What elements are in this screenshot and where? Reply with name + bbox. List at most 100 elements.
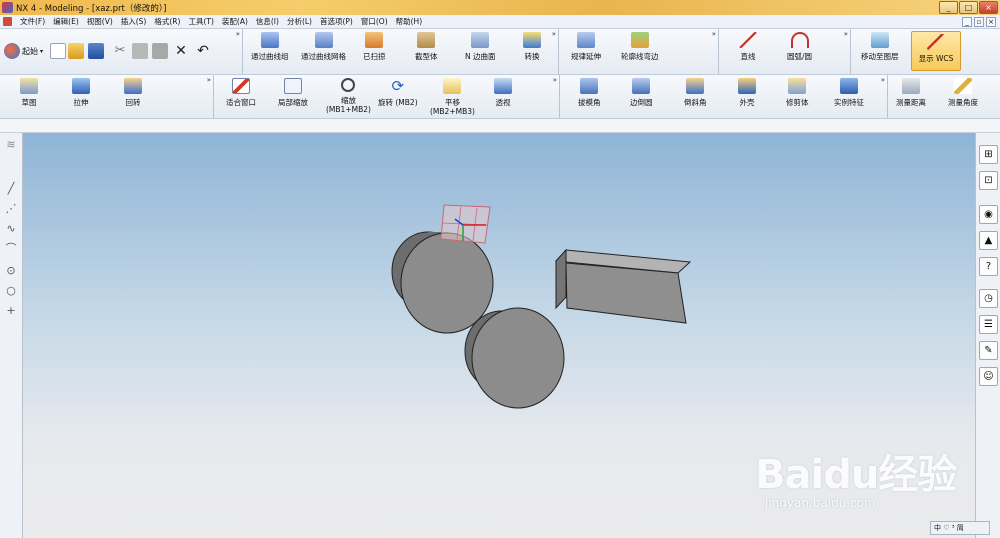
tool-through-curves[interactable]: 通过曲线组 [251, 32, 289, 61]
tool-extrude[interactable]: 拉伸 [72, 78, 90, 107]
doc-minimize-button[interactable]: _ [962, 17, 972, 27]
menu-information[interactable]: 信息(I) [252, 16, 283, 27]
menu-window[interactable]: 窗口(O) [357, 16, 392, 27]
fit-icon [232, 78, 250, 94]
left-curve-palette: ≋ ╱ ⋰ ∿ ⌒ ⊙ ○ + [0, 133, 23, 538]
magnifier-icon [341, 78, 356, 92]
toolbar-chevron-icon[interactable]: » [881, 76, 885, 84]
tool-sketch[interactable]: 草图 [20, 78, 38, 107]
tool-transform[interactable]: 转换 [523, 32, 541, 61]
tool-trim-body[interactable]: 修剪体 [786, 78, 809, 107]
process-studio-icon[interactable]: ✎ [979, 341, 998, 360]
ime-status[interactable]: 中 ♡ ³ 简 [930, 521, 990, 535]
menu-preferences[interactable]: 首选项(P) [316, 16, 357, 27]
toolbar-chevron-icon[interactable]: » [712, 30, 716, 38]
web-browser-icon[interactable]: ◉ [979, 205, 998, 224]
point-circle-icon[interactable]: ⊙ [3, 263, 19, 279]
tool-arc-circle[interactable]: 圆弧/圆 [787, 32, 812, 61]
wcs-triad-icon[interactable] [440, 204, 491, 244]
tool-measure-distance[interactable]: 测量距离 [896, 78, 926, 107]
form-feature-toolbar: 草图 拉伸 回转 » [0, 75, 214, 118]
cylinder-solid[interactable] [391, 231, 494, 334]
tool-section-body[interactable]: 截型体 [415, 32, 438, 61]
undo-icon[interactable]: ↶ [195, 43, 211, 59]
assembly-navigator-icon[interactable]: ⊞ [979, 145, 998, 164]
surface-toolbar: 通过曲线组 通过曲线网格 已扫掠 截型体 N 边曲面 转换 » [243, 29, 559, 74]
tool-line[interactable]: 直线 [739, 32, 757, 61]
box-solid[interactable] [554, 248, 692, 324]
doc-restore-button[interactable]: ▫ [974, 17, 984, 27]
copy-icon[interactable] [132, 43, 148, 59]
draft-icon [580, 78, 599, 94]
tool-pan[interactable]: 平移 (MB2+MB3) [430, 78, 475, 116]
tool-contour-flange[interactable]: 轮廓线弯边 [621, 32, 659, 61]
tool-through-curve-mesh[interactable]: 通过曲线网格 [301, 32, 346, 61]
toolbar-chevron-icon[interactable]: » [844, 30, 848, 38]
maximize-button[interactable]: □ [959, 1, 978, 14]
tool-edge-blend[interactable]: 边倒圆 [630, 78, 653, 107]
arc-icon[interactable]: ⌒ [3, 241, 19, 257]
tool-show-wcs[interactable]: 显示 WCS [911, 31, 961, 71]
doc-close-button[interactable]: × [986, 17, 996, 27]
toolbar-bottom: 草图 拉伸 回转 » 适合窗口 局部缩放 缩放 (MB1+MB2) ⟳ 旋转 (… [0, 75, 1000, 119]
baidu-url: jingyan.baidu.com [765, 496, 876, 510]
dashed-line-icon[interactable]: ⋰ [3, 201, 19, 217]
roles-icon[interactable]: ☺ [979, 367, 998, 386]
tool-instance-feature[interactable]: 实例特征 [834, 78, 864, 107]
menu-file[interactable]: 文件(F) [16, 16, 49, 27]
menu-assemblies[interactable]: 装配(A) [218, 16, 252, 27]
edge-blend-icon [632, 78, 651, 94]
resource-bar: ⊞ ⊡ ◉ ▲ ? ◷ ☰ ✎ ☺ [975, 133, 1000, 538]
tool-measure-angle[interactable]: 测量角度 [948, 78, 978, 107]
start-button[interactable]: 起始 ▾ [4, 43, 43, 59]
tool-revolve[interactable]: 回转 [124, 78, 142, 107]
tool-zoom-area[interactable]: 局部缩放 [278, 78, 308, 107]
minimize-button[interactable]: _ [939, 1, 958, 14]
law-extension-icon [577, 32, 595, 48]
menu-help[interactable]: 帮助(H) [392, 16, 427, 27]
tool-n-sided-surface[interactable]: N 边曲面 [465, 32, 496, 61]
point-icon[interactable]: + [3, 303, 19, 319]
tool-law-extension[interactable]: 规律延伸 [571, 32, 601, 61]
menu-tools[interactable]: 工具(T) [184, 16, 217, 27]
tool-move-to-layer[interactable]: 移动至图层 [861, 32, 899, 61]
toolbar-chevron-icon[interactable]: » [236, 30, 240, 38]
menu-analysis[interactable]: 分析(L) [283, 16, 316, 27]
menu-edit[interactable]: 编辑(E) [49, 16, 83, 27]
tool-zoom[interactable]: 缩放 (MB1+MB2) [326, 78, 371, 114]
menu-view[interactable]: 视图(V) [83, 16, 117, 27]
cut-icon[interactable]: ✂ [112, 43, 128, 59]
help-icon[interactable]: ? [979, 257, 998, 276]
history-icon[interactable]: ◷ [979, 289, 998, 308]
toolbar-chevron-icon[interactable]: » [207, 76, 211, 84]
menu-format[interactable]: 格式(R) [150, 16, 184, 27]
tool-shell[interactable]: 外壳 [738, 78, 756, 107]
tool-draft[interactable]: 拔模角 [578, 78, 601, 107]
toolbar-chevron-icon[interactable]: » [553, 76, 557, 84]
close-button[interactable]: × [979, 1, 998, 14]
document-icon [3, 17, 12, 26]
open-folder-icon[interactable] [68, 43, 84, 59]
line-icon[interactable]: ╱ [3, 181, 19, 197]
save-icon[interactable] [88, 43, 104, 59]
part-navigator-icon[interactable]: ⊡ [979, 171, 998, 190]
toolbar-chevron-icon[interactable]: » [552, 30, 556, 38]
revolve-icon [124, 78, 142, 94]
system-materials-icon[interactable]: ☰ [979, 315, 998, 334]
tool-rotate[interactable]: ⟳ 旋转 (MB2) [378, 78, 418, 107]
paste-icon[interactable] [152, 43, 168, 59]
tool-chamfer[interactable]: 倒斜角 [684, 78, 707, 107]
tool-swept[interactable]: 已扫掠 [363, 32, 386, 61]
baidu-watermark: Baidu经验 jingyan.baidu.com [755, 430, 975, 520]
palette-handle-icon[interactable]: ≋ [3, 137, 19, 153]
delete-icon[interactable]: ✕ [173, 43, 189, 59]
circle-icon[interactable]: ○ [3, 283, 19, 299]
curve-toolbar: 直线 圆弧/圆 » [719, 29, 851, 74]
tool-perspective[interactable]: 透视 [494, 78, 512, 107]
cylinder-solid[interactable] [464, 307, 565, 409]
new-file-icon[interactable] [50, 43, 66, 59]
tool-fit[interactable]: 适合窗口 [226, 78, 256, 107]
spline-icon[interactable]: ∿ [3, 221, 19, 237]
menu-insert[interactable]: 插入(S) [117, 16, 151, 27]
training-icon[interactable]: ▲ [979, 231, 998, 250]
